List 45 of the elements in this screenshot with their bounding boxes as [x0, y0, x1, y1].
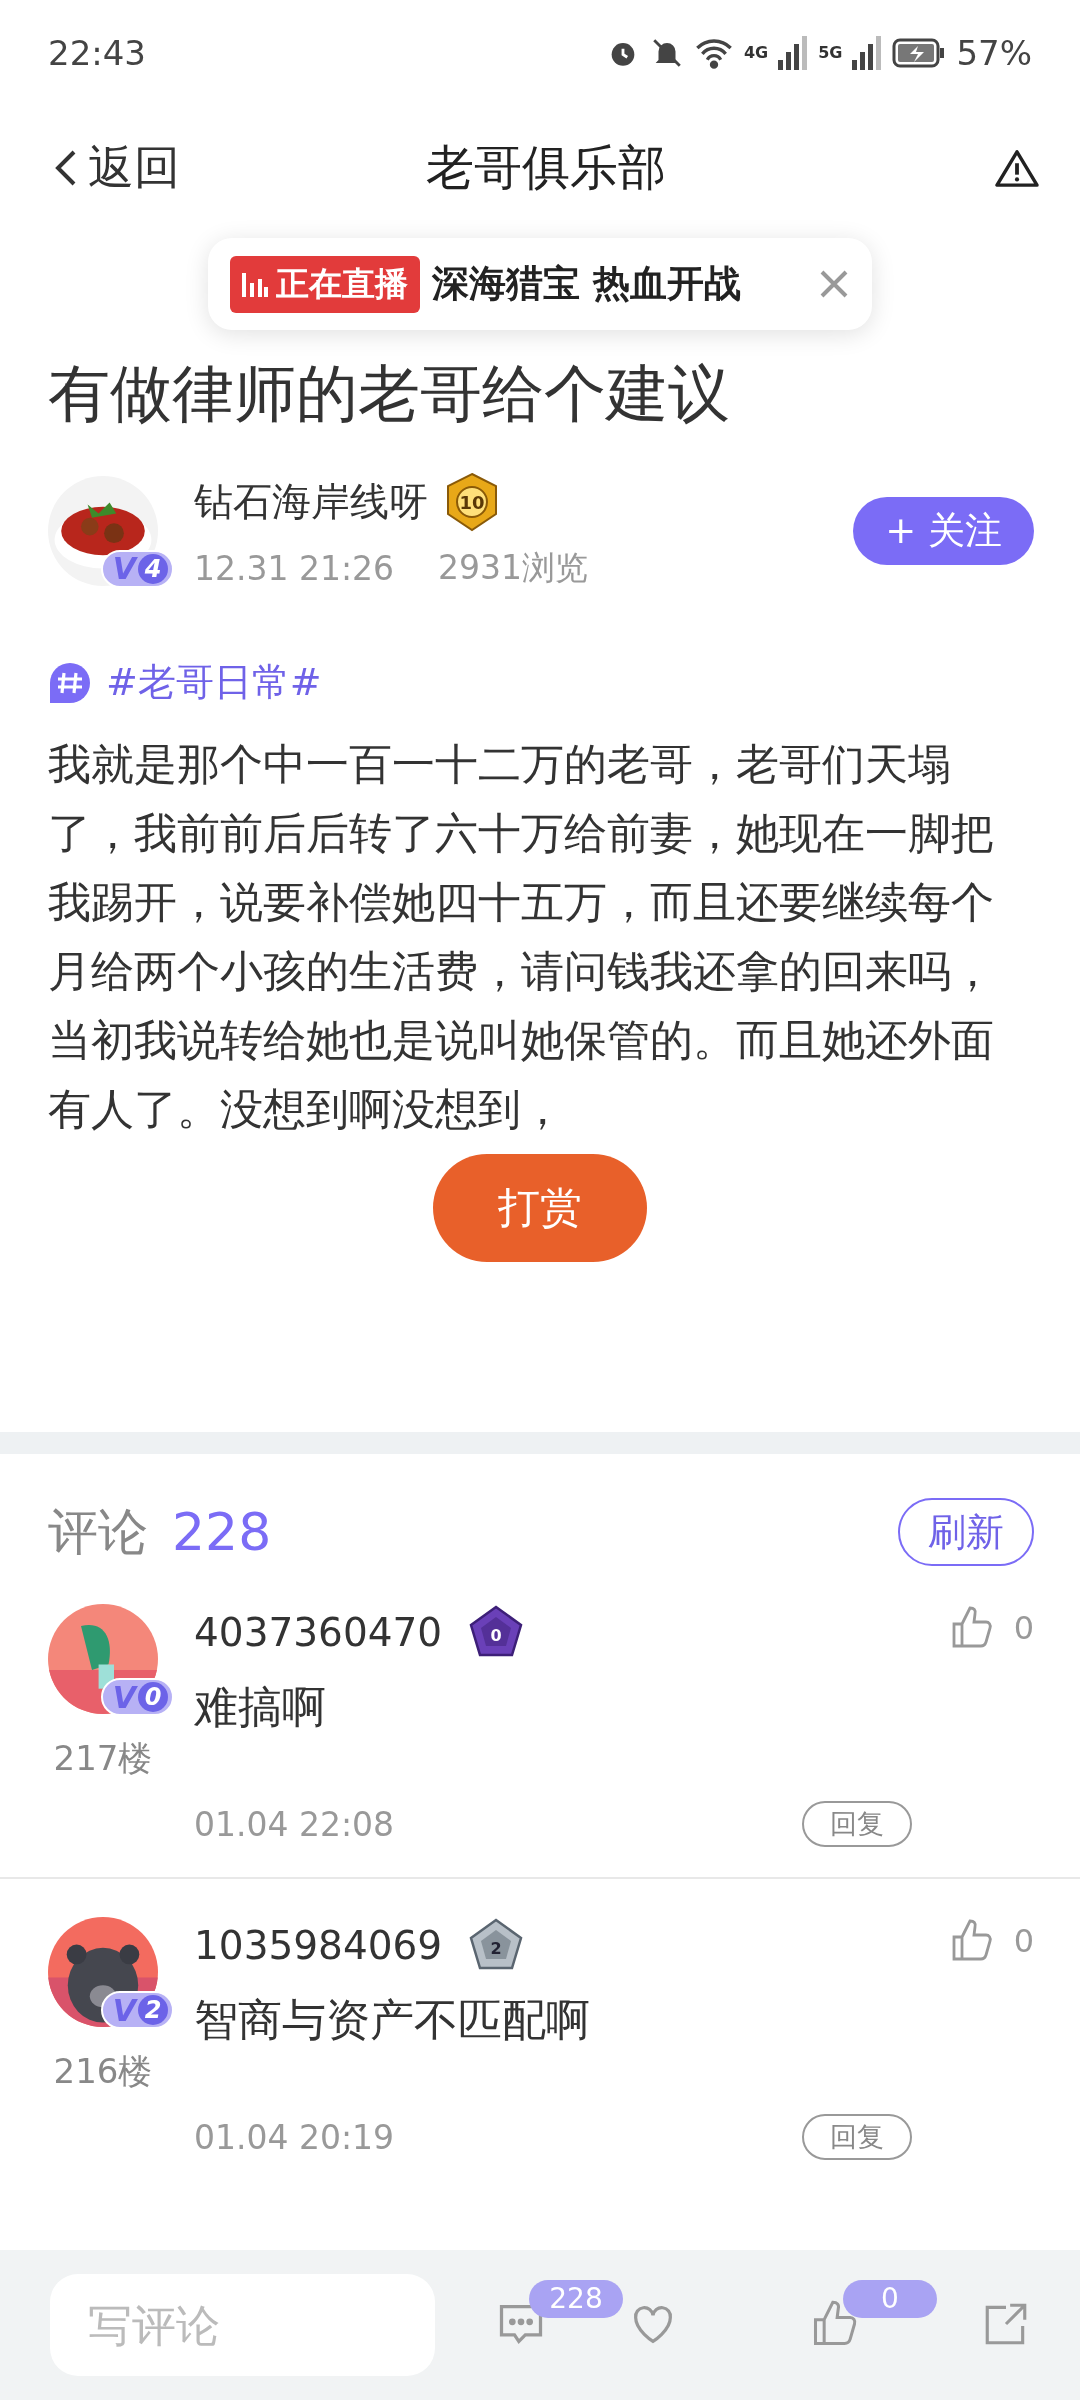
clock-time: 22:43 — [48, 32, 146, 73]
post-body: 我就是那个中一百一十二万的老哥，老哥们天塌了，我前前后后转了六十万给前妻，她现在一脚把我踢开，说要补偿她四十五万，而且还要继续每个月给两个小孩的生活费，请问钱我还拿的回来吗，当初我说转给她也是说叫她保管的。而且她还外面有人了。没想到啊没想到， — [48, 738, 995, 1136]
back-button[interactable]: 返回 — [52, 136, 180, 199]
comment-time: 01.04 20:19 — [194, 2117, 395, 2157]
commenter-name[interactable]: 1035984069 — [194, 1922, 443, 1968]
live-tag: 正在直播 — [230, 255, 420, 313]
count-badge: 228 — [529, 2279, 623, 2318]
warning-icon[interactable] — [994, 147, 1040, 188]
vip-badge: V 2 — [100, 1991, 174, 2029]
live-banner[interactable]: 正在直播 深海猎宝 热血开战 — [208, 238, 872, 330]
comments-label: 评论 — [48, 1501, 148, 1563]
author-name[interactable]: 钻石海岸线呀 — [194, 475, 428, 529]
floor-number: 217楼 — [52, 1737, 154, 1780]
page-title: 老哥俱乐部 — [426, 137, 666, 197]
comment-text: 智商与资产不匹配啊 — [194, 1993, 591, 2047]
view-count: 2931浏览 — [438, 547, 589, 589]
close-icon[interactable] — [818, 268, 850, 300]
follow-button[interactable]: + 关注 — [853, 496, 1034, 565]
post-date: 12.31 21:26 — [194, 549, 395, 588]
network-label: 5G — [818, 43, 843, 62]
battery-icon — [892, 37, 947, 68]
floor-number: 216楼 — [52, 2050, 154, 2093]
refresh-button[interactable]: 刷新 — [898, 1498, 1034, 1566]
like-button[interactable]: 0 — [947, 1917, 1034, 1965]
count-badge: 0 — [843, 2279, 937, 2318]
vip-badge: V 4 — [100, 549, 174, 588]
like-button[interactable]: 0 — [947, 1604, 1034, 1652]
battery-percent: 57% — [956, 32, 1032, 73]
comment-time: 01.04 22:08 — [194, 1804, 395, 1844]
network-label: 4G — [743, 43, 769, 62]
signal-icon — [778, 35, 809, 70]
comment-input[interactable]: 写评论 — [50, 2274, 435, 2376]
post-title: 有做律师的老哥给个建议 — [47, 356, 731, 432]
signal-icon — [852, 35, 883, 70]
comment-count: 228 — [172, 1502, 272, 1562]
reply-button[interactable]: 回复 — [801, 1801, 912, 1847]
reward-button[interactable]: 打赏 — [433, 1154, 647, 1262]
vip-badge: V 0 — [100, 1678, 174, 1716]
live-title: 深海猎宝 热血开战 — [432, 261, 742, 307]
reply-button[interactable]: 回复 — [801, 2114, 912, 2160]
hashtag-icon — [48, 660, 92, 705]
commenter-name[interactable]: 4037360470 — [194, 1609, 443, 1655]
comment-text: 难搞啊 — [194, 1680, 327, 1734]
bars-icon — [242, 271, 268, 297]
topic-link[interactable]: #老哥日常# — [106, 657, 322, 708]
